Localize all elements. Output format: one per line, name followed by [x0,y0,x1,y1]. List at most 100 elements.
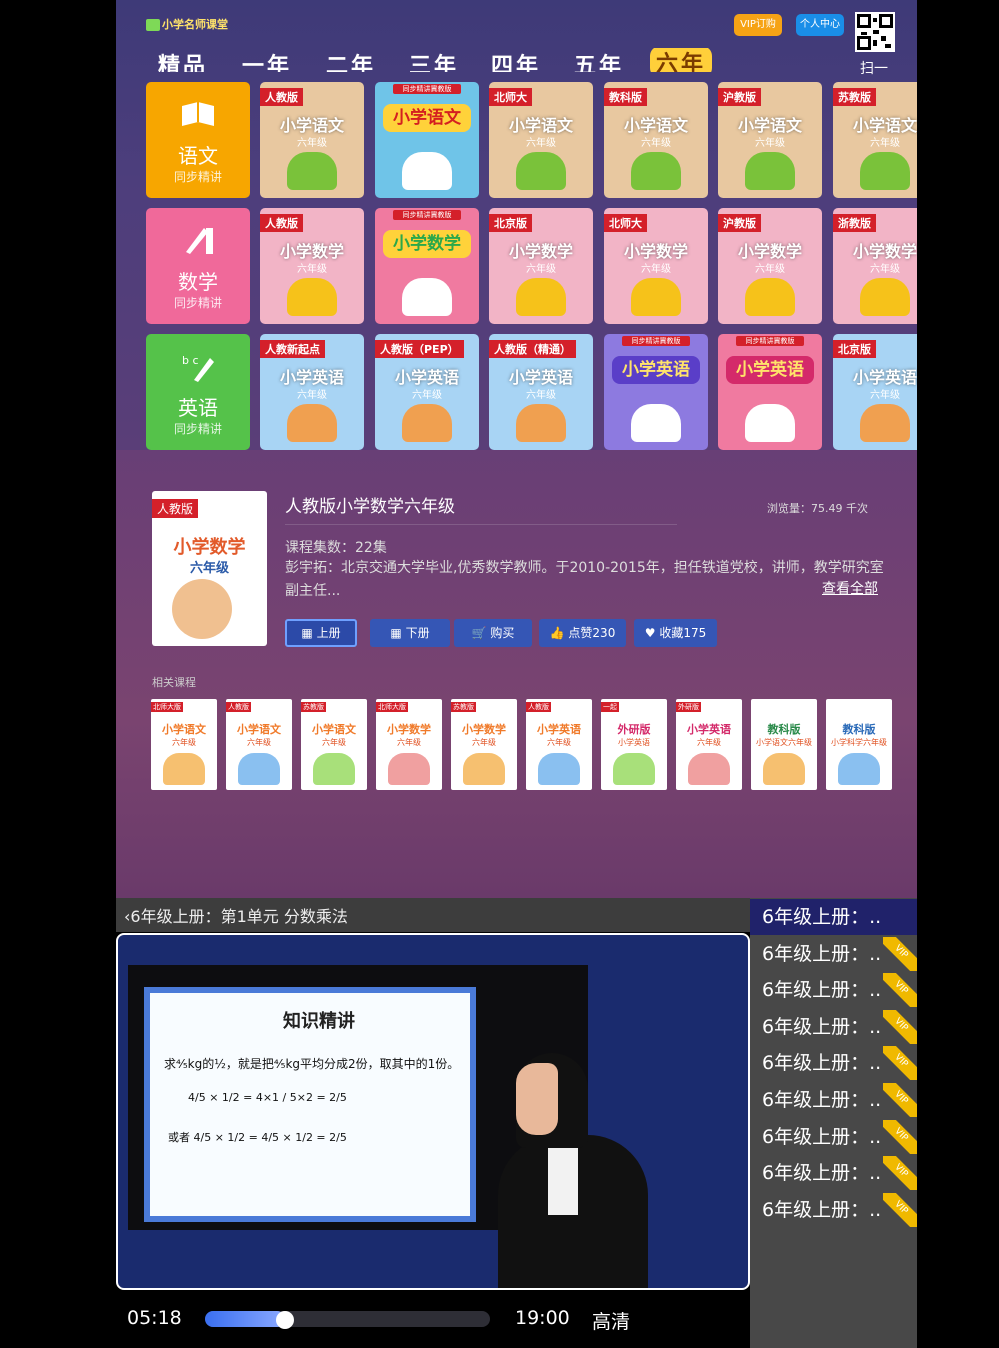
episode-label: 6年级上册：.. [762,1198,882,1221]
related-course-card[interactable]: 人教版 小学语文 六年级 [226,699,292,790]
card-title: 小学英语 [852,368,917,387]
tab-grade-4[interactable]: 四年 [491,48,541,72]
tab-grade-3[interactable]: 三年 [409,48,459,72]
related-title: 小学语文 [312,723,356,736]
mascot-illustration [516,152,566,190]
volume-2-button[interactable]: ▦ 下册 [370,619,450,647]
episode-item[interactable]: 6年级上册：.. VIP [750,1009,917,1045]
course-card[interactable]: 苏教版 小学语文 六年级 [833,82,917,198]
course-card[interactable]: 人教新起点 小学英语 六年级 [260,334,364,450]
favorite-button[interactable]: ♥ 收藏175 [634,619,717,647]
related-title: 外研版 [617,723,651,736]
course-card[interactable]: 北京版 小学英语 六年级 [833,334,917,450]
like-button[interactable]: 👍 点赞230 [539,619,626,647]
app-logo: 小学名师课堂 [146,16,228,32]
related-title: 教科版 [842,723,876,736]
cover-illustration [463,753,505,785]
tab-grade-1[interactable]: 一年 [242,48,292,72]
related-course-card[interactable]: 外研版 小学英语 六年级 [676,699,742,790]
profile-button[interactable]: 个人中心 [796,14,844,36]
edition-badge: 北师大版 [151,702,183,712]
progress-knob[interactable] [276,1311,294,1329]
related-course-card[interactable]: 苏教版 小学数学 六年级 [451,699,517,790]
course-card[interactable]: 浙教版 小学数学 六年级 [833,208,917,324]
episode-label: 6年级上册：.. [762,942,882,965]
volume-1-button[interactable]: ▦ 上册 [285,619,357,647]
course-card[interactable]: 北京版 小学数学 六年级 [489,208,593,324]
mascot-illustration [287,152,337,190]
card-grade: 六年级 [526,264,556,275]
mascot-illustration [402,404,452,442]
course-card[interactable]: 教科版 小学语文 六年级 [604,82,708,198]
category-math[interactable]: 数学 同步精讲 [146,208,250,324]
tab-grade-6[interactable]: 六年 [650,48,713,72]
card-title: 小学英语 [612,356,700,384]
related-grade: 六年级 [172,738,196,747]
episode-item[interactable]: 6年级上册：.. VIP [750,1119,917,1155]
edition-badge: 北师大 [489,88,532,106]
card-title: 小学英语 [394,368,459,387]
player-back-title[interactable]: ‹6年级上册：第1单元 分数乘法 [124,903,348,927]
course-card[interactable]: 人教版（PEP） 小学英语 六年级 [375,334,479,450]
related-course-card[interactable]: 教科版 小学语文六年级 [751,699,817,790]
slide-equation: 4/5 × 1/2 = 4×1 / 5×2 = 2/5 [188,1091,347,1104]
cart-icon: 🛒 [471,626,491,640]
edition-badge: 人教版（PEP） [375,340,464,358]
card-grade: 六年级 [755,138,785,149]
buy-button[interactable]: 🛒 购买 [454,619,532,647]
vip-order-button[interactable]: VIP订购 [734,14,782,36]
cover-illustration [538,753,580,785]
course-card[interactable]: 人教版 小学语文 六年级 [260,82,364,198]
related-course-card[interactable]: 一起 外研版 小学英语 [601,699,667,790]
episode-item[interactable]: 6年级上册：.. VIP [750,1155,917,1191]
related-title: 小学数学 [387,723,431,736]
mascot-illustration [402,152,452,190]
course-card[interactable]: 北师大 小学语文 六年级 [489,82,593,198]
vip-badge: VIP [883,1119,917,1154]
course-card[interactable]: 人教版 小学数学 六年级 [260,208,364,324]
card-banner: 同步精讲冀教版 [736,336,804,346]
episode-item[interactable]: 6年级上册：.. VIP [750,1045,917,1081]
episode-item[interactable]: 6年级上册：.. VIP [750,936,917,972]
course-card[interactable]: 沪教版 小学数学 六年级 [718,208,822,324]
course-card[interactable]: 北师大 小学数学 六年级 [604,208,708,324]
vip-badge: VIP [883,936,917,971]
tab-grade-2[interactable]: 二年 [326,48,376,72]
episode-item[interactable]: 6年级上册：.. VIP [750,1192,917,1228]
quality-selector[interactable]: 高清 [592,1307,630,1334]
edition-badge: 人教版 [260,214,303,232]
related-course-card[interactable]: 人教版 小学英语 六年级 [526,699,592,790]
course-card[interactable]: 同步精讲冀教版 小学语文 [375,82,479,198]
course-card[interactable]: 同步精讲冀教版 小学英语 [604,334,708,450]
view-all-link[interactable]: 查看全部 [822,578,878,598]
tab-grade-5[interactable]: 五年 [574,48,624,72]
related-course-card[interactable]: 北师大版 小学数学 六年级 [376,699,442,790]
cover-illustration [688,753,730,785]
related-course-card[interactable]: 北师大版 小学语文 六年级 [151,699,217,790]
card-grade: 六年级 [297,390,327,401]
related-course-card[interactable]: 教科版 小学科学六年级 [826,699,892,790]
card-title: 小学英语 [726,356,814,384]
edition-badge: 人教版 [260,88,303,106]
related-grade: 六年级 [472,738,496,747]
related-course-card[interactable]: 苏教版 小学语文 六年级 [301,699,367,790]
category-english[interactable]: b c 英语 同步精讲 [146,334,250,450]
card-title: 小学英语 [279,368,344,387]
card-grade: 六年级 [870,390,900,401]
related-grade: 小学英语 [618,738,650,747]
card-title: 小学数学 [383,230,471,258]
course-card[interactable]: 人教版（精通） 小学英语 六年级 [489,334,593,450]
episode-item[interactable]: 6年级上册：.. VIP [750,972,917,1008]
course-card[interactable]: 同步精讲冀教版 小学英语 [718,334,822,450]
episode-item[interactable]: 6年级上册：.. VIP [750,1082,917,1118]
category-chinese[interactable]: 语文 同步精讲 [146,82,250,198]
episode-item[interactable]: 6年级上册：.. [750,899,917,935]
vip-badge: VIP [883,1046,917,1081]
course-card[interactable]: 沪教版 小学语文 六年级 [718,82,822,198]
vip-badge: VIP [883,1192,917,1227]
mascot-illustration [631,278,681,316]
tab-featured[interactable]: 精品 [158,48,208,72]
related-title: 教科版 [767,723,801,736]
course-card[interactable]: 同步精讲冀教版 小学数学 [375,208,479,324]
video-frame[interactable]: 知识精讲 求⁴⁄₅kg的½，就是把⁴⁄₅kg平均分成2份，取其中的1份。 4/5… [116,933,750,1290]
